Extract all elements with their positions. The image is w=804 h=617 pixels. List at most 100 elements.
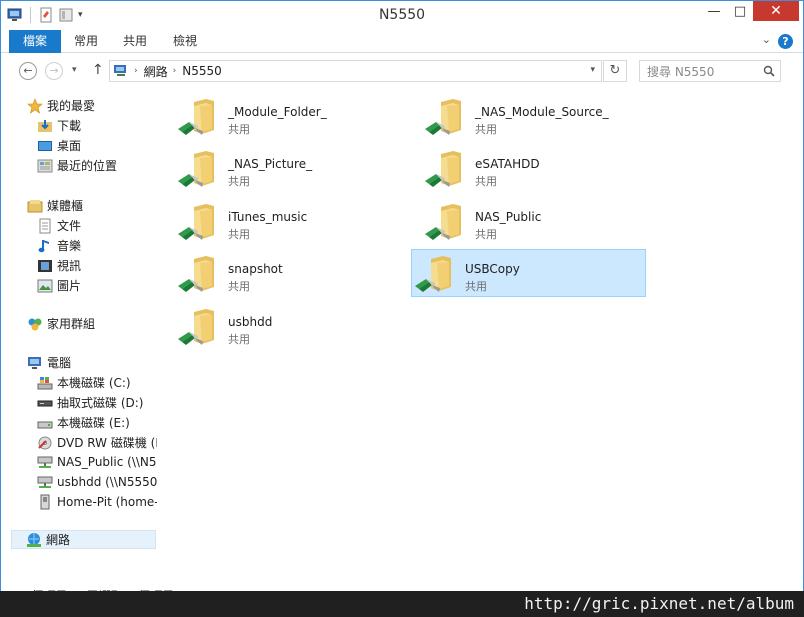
nav-computer[interactable]: 電腦 [27,353,71,372]
search-placeholder: 搜尋 N5550 [647,64,715,79]
nav-item-nas-public[interactable]: NAS_Public (\\N55 [37,452,157,471]
network-drive-icon [37,476,53,488]
recent-places-icon [37,159,53,172]
local-drive-icon [37,421,53,428]
downloads-icon [38,119,52,132]
expand-ribbon-icon[interactable]: ⌄ [762,33,771,46]
help-icon[interactable]: ? [778,34,793,49]
folder-type: 共用 [228,333,250,346]
minimize-button[interactable]: — [701,1,727,21]
network-location-icon [114,65,126,76]
shared-folder-icon [425,99,461,135]
folder-type: 共用 [228,123,250,136]
shared-folder-icon [178,256,214,292]
media-device-icon [40,494,50,509]
folder-name: eSATAHDD [475,157,540,171]
address-dropdown-icon[interactable]: ▾ [590,65,595,75]
folder-type: 共用 [465,280,487,293]
folder-type: 共用 [475,175,497,188]
dvd-drive-icon [38,436,52,449]
tab-home[interactable]: 常用 [65,30,107,53]
folder-type: 共用 [228,280,250,293]
nav-item-documents[interactable]: 文件 [37,216,81,235]
shared-folder-item[interactable]: eSATAHDD 共用 [411,144,646,192]
breadcrumb-network[interactable]: 網路 [144,63,168,80]
shared-folder-icon [415,256,451,292]
close-button[interactable]: ✕ [753,1,799,21]
libraries-icon [27,199,43,212]
maximize-button[interactable]: □ [727,1,753,21]
folder-name: usbhdd [228,315,273,329]
folder-name: _Module_Folder_ [228,105,327,119]
nav-item-videos[interactable]: 視訊 [37,256,81,275]
explorer-window: ▾ N5550 — □ ✕ 檔案 常用 共用 檢視 ⌄ ? ← → ▾ ↑ › … [0,0,804,617]
nav-item-home-pit[interactable]: Home-Pit (home-p [37,492,157,511]
computer-icon [28,356,41,369]
nav-item-usbhdd[interactable]: usbhdd (\\N5550) [37,472,157,491]
window-title: N5550 [378,7,426,23]
folder-name: _NAS_Module_Source_ [475,105,609,119]
folder-name: snapshot [228,262,283,276]
nav-item-desktop[interactable]: 桌面 [37,136,81,155]
shared-folder-icon [178,151,214,187]
tab-view[interactable]: 檢視 [164,30,206,53]
tab-share[interactable]: 共用 [114,30,156,53]
folder-name: USBCopy [465,262,520,276]
shared-folder-item[interactable]: NAS_Public 共用 [411,197,646,245]
back-button[interactable]: ← [19,62,37,80]
shared-folder-item[interactable]: USBCopy 共用 [411,249,646,297]
desktop-icon [38,140,52,151]
homegroup-icon [28,318,42,330]
folder-type: 共用 [228,175,250,188]
nav-item-drive-e[interactable]: 本機磁碟 (E:) [37,413,130,432]
nav-item-recent[interactable]: 最近的位置 [37,156,117,175]
nav-homegroup[interactable]: 家用群組 [27,314,95,333]
network-drive-icon [37,456,53,468]
nav-item-drive-f[interactable]: DVD RW 磁碟機 (F:) [37,433,157,452]
shared-folder-icon [425,204,461,240]
shared-folder-icon [425,151,461,187]
shared-folder-icon [178,204,214,240]
ribbon-tabs: 檔案 常用 共用 檢視 ⌄ ? [1,30,803,53]
shared-folder-item[interactable]: snapshot 共用 [164,249,399,297]
folder-type: 共用 [475,228,497,241]
removable-drive-icon [37,400,53,406]
watermark: http://gric.pixnet.net/album [0,591,804,617]
search-input[interactable]: 搜尋 N5550 [639,60,781,82]
tab-file[interactable]: 檔案 [9,30,61,53]
nav-item-music[interactable]: 音樂 [37,236,81,255]
breadcrumb-chevron-icon[interactable]: › [173,66,177,76]
videos-icon [38,259,52,272]
folder-name: NAS_Public [475,210,542,224]
network-icon [27,532,41,547]
shared-folder-item[interactable]: _Module_Folder_ 共用 [164,92,399,140]
windows-drive-icon [37,376,53,389]
folder-name: _NAS_Picture_ [228,157,313,171]
nav-network[interactable]: 網路 [11,530,156,549]
up-button[interactable]: ↑ [92,62,104,78]
nav-item-drive-d[interactable]: 抽取式磁碟 (D:) [37,393,143,412]
nav-item-downloads[interactable]: 下載 [37,116,81,135]
nav-item-drive-c[interactable]: 本機磁碟 (C:) [37,373,131,392]
folder-type: 共用 [475,123,497,136]
forward-button[interactable]: → [45,62,63,80]
folder-type: 共用 [228,228,250,241]
nav-libraries[interactable]: 媒體櫃 [27,196,83,215]
folder-name: iTunes_music [228,210,308,224]
window-controls: — □ ✕ [701,1,799,21]
pictures-icon [37,279,53,292]
nav-favorites[interactable]: 我的最愛 [27,96,95,115]
breadcrumb-n5550[interactable]: N5550 [182,64,222,78]
recent-locations-icon[interactable]: ▾ [72,65,77,75]
address-bar[interactable]: › 網路 › N5550 ▾ [109,60,602,82]
shared-folder-item[interactable]: _NAS_Picture_ 共用 [164,144,399,192]
refresh-button[interactable]: ↻ [603,60,627,82]
shared-folder-item[interactable]: usbhdd 共用 [164,302,399,350]
search-icon[interactable] [763,65,775,77]
shared-folder-item[interactable]: _NAS_Module_Source_ 共用 [411,92,646,140]
breadcrumb-chevron-icon[interactable]: › [134,66,138,76]
address-row: ← → ▾ ↑ › 網路 › N5550 ▾ ↻ 搜尋 N5550 [1,53,803,88]
shared-folder-icon [178,99,214,135]
nav-item-pictures[interactable]: 圖片 [37,276,81,295]
shared-folder-item[interactable]: iTunes_music 共用 [164,197,399,245]
